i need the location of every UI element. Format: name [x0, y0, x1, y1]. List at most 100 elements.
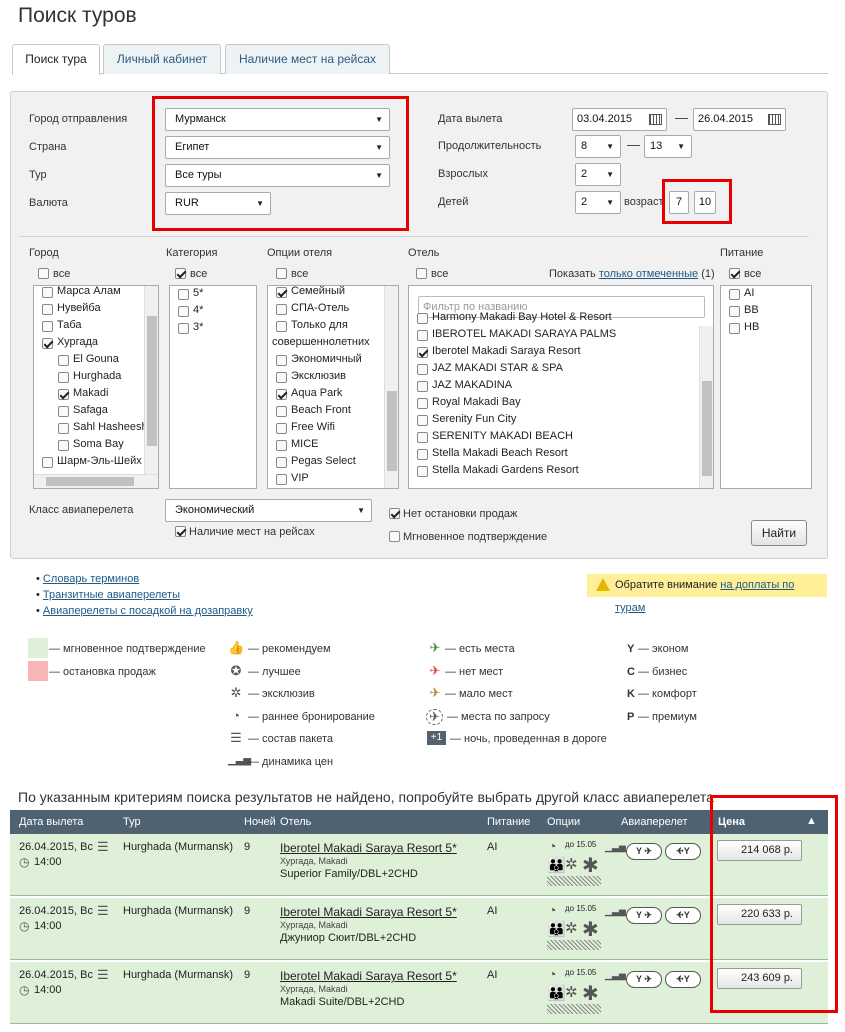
hotel-item-checkbox[interactable] [417, 415, 428, 426]
col-date[interactable]: Дата вылета [19, 816, 83, 828]
children-select[interactable]: 2 ▼ [575, 191, 621, 214]
duration-from-select[interactable]: 8 ▼ [575, 135, 621, 158]
options-item-checkbox[interactable] [276, 423, 287, 434]
link-text[interactable]: Словарь терминов [43, 573, 139, 585]
hotel-item-checkbox[interactable] [417, 313, 428, 324]
category-all-checkbox[interactable] [175, 268, 186, 279]
city-item-checkbox[interactable] [42, 287, 53, 298]
options-item-checkbox[interactable] [276, 457, 287, 468]
city-list-scrollbar[interactable] [144, 286, 158, 474]
city-item-checkbox[interactable] [42, 457, 53, 468]
category-item-checkbox[interactable] [178, 289, 189, 300]
tab-search[interactable]: Поиск тура [12, 44, 100, 75]
city-item-checkbox[interactable] [42, 338, 53, 349]
find-button[interactable]: Найти [751, 520, 807, 546]
city-item-checkbox[interactable] [58, 372, 69, 383]
options-item-checkbox[interactable] [276, 321, 287, 332]
meal-all-checkbox[interactable] [729, 268, 740, 279]
category-item-checkbox[interactable] [178, 306, 189, 317]
city-item-checkbox[interactable] [58, 355, 69, 366]
city-list-hscrollbar[interactable] [34, 474, 158, 488]
options-item-checkbox[interactable] [276, 389, 287, 400]
city-item-checkbox[interactable] [58, 423, 69, 434]
options-all-checkbox[interactable] [276, 268, 287, 279]
col-nights[interactable]: Ночей [244, 816, 276, 828]
flight-back-pill[interactable]: ✈ Y [665, 907, 701, 924]
link-refuel[interactable]: • Авиаперелеты с посадкой на дозаправку [36, 605, 253, 617]
flight-out-pill[interactable]: Y ✈ [626, 907, 662, 924]
price-dynamics-icon[interactable]: ▁▃▅ [605, 970, 626, 981]
price-dynamics-icon[interactable]: ▁▃▅ [605, 842, 626, 853]
hotel-item-checkbox[interactable] [417, 330, 428, 341]
hotel-item-checkbox[interactable] [417, 449, 428, 460]
hotel-item-checkbox[interactable] [417, 347, 428, 358]
col-tour[interactable]: Тур [123, 816, 141, 828]
list-icon[interactable]: ☰ [97, 967, 109, 983]
seats-availability-checkbox[interactable] [175, 526, 186, 537]
flight-back-pill[interactable]: ✈ Y [665, 843, 701, 860]
hotel-item-checkbox[interactable] [417, 432, 428, 443]
date-to-input[interactable]: 26.04.2015 [693, 108, 786, 131]
row-region: Хургада, Makadi [280, 984, 348, 994]
no-stop-checkbox[interactable] [389, 508, 400, 519]
options-item-checkbox[interactable] [276, 372, 287, 383]
scroll-thumb[interactable] [702, 381, 712, 476]
table-row[interactable]: 26.04.2015, Вс ☰ ◷ 14:00 Hurghada (Murmansk)… [10, 834, 828, 896]
city-item-checkbox[interactable] [58, 440, 69, 451]
price-dynamics-icon[interactable]: ▁▃▅ [605, 906, 626, 917]
hotel-item-checkbox[interactable] [417, 466, 428, 477]
col-hotel[interactable]: Отель [280, 816, 311, 828]
city-all-checkbox[interactable] [38, 268, 49, 279]
link-text[interactable]: Транзитные авиаперелеты [43, 589, 180, 601]
link-glossary[interactable]: • Словарь терминов [36, 573, 139, 585]
scroll-thumb[interactable] [147, 316, 157, 446]
calendar-icon[interactable] [649, 114, 662, 125]
options-item-checkbox[interactable] [276, 287, 287, 298]
hotel-item-checkbox[interactable] [417, 364, 428, 375]
hotel-item-checkbox[interactable] [417, 398, 428, 409]
link-text[interactable]: Авиаперелеты с посадкой на дозаправку [43, 605, 253, 617]
scroll-thumb[interactable] [46, 477, 134, 486]
list-icon[interactable]: ☰ [97, 903, 109, 919]
tab-flight-seats[interactable]: Наличие мест на рейсах [225, 44, 390, 74]
list-icon[interactable]: ☰ [97, 839, 109, 855]
meal-item-checkbox[interactable] [729, 306, 740, 317]
instant-checkbox[interactable] [389, 531, 400, 542]
meal-item-checkbox[interactable] [729, 323, 740, 334]
hotel-item-checkbox[interactable] [417, 381, 428, 392]
table-row[interactable]: 26.04.2015, Вс ☰ ◷ 14:00 Hurghada (Murmansk)… [10, 962, 828, 1024]
row-room: Superior Family/DBL+2CHD [280, 868, 418, 880]
table-row[interactable]: 26.04.2015, Вс ☰ ◷ 14:00 Hurghada (Murmansk)… [10, 898, 828, 960]
flight-out-pill[interactable]: Y ✈ [626, 971, 662, 988]
duration-to-select[interactable]: 13 ▼ [644, 135, 692, 158]
category-item-checkbox[interactable] [178, 323, 189, 334]
col-meal[interactable]: Питание [487, 816, 530, 828]
hotel-list-scrollbar[interactable] [699, 326, 713, 488]
city-item-checkbox[interactable] [58, 406, 69, 417]
hotel-all-checkbox[interactable] [416, 268, 427, 279]
city-item-checkbox[interactable] [42, 304, 53, 315]
link-transit[interactable]: • Транзитные авиаперелеты [36, 589, 180, 601]
calendar-icon[interactable] [768, 114, 781, 125]
options-list-scrollbar[interactable] [384, 286, 398, 488]
meal-item-checkbox[interactable] [729, 289, 740, 300]
show-selected-link[interactable]: только отмеченные [599, 268, 698, 280]
options-item-checkbox[interactable] [276, 355, 287, 366]
flight-out-pill[interactable]: Y ✈ [626, 843, 662, 860]
options-item-checkbox[interactable] [276, 440, 287, 451]
tab-cabinet[interactable]: Личный кабинет [103, 44, 221, 74]
row-hotel-link[interactable]: Iberotel Makadi Saraya Resort 5* [280, 969, 457, 983]
scroll-thumb[interactable] [387, 391, 397, 471]
flight-back-pill[interactable]: ✈ Y [665, 971, 701, 988]
row-hotel-link[interactable]: Iberotel Makadi Saraya Resort 5* [280, 841, 457, 855]
city-item-checkbox[interactable] [58, 389, 69, 400]
options-item-checkbox[interactable] [276, 304, 287, 315]
adults-select[interactable]: 2 ▼ [575, 163, 621, 186]
flight-class-select[interactable]: Экономический ▼ [165, 499, 372, 522]
options-item-checkbox[interactable] [276, 474, 287, 485]
row-hotel-link[interactable]: Iberotel Makadi Saraya Resort 5* [280, 905, 457, 919]
duration-from-value: 8 [581, 140, 588, 152]
date-from-input[interactable]: 03.04.2015 [572, 108, 667, 131]
city-item-checkbox[interactable] [42, 321, 53, 332]
options-item-checkbox[interactable] [276, 406, 287, 417]
